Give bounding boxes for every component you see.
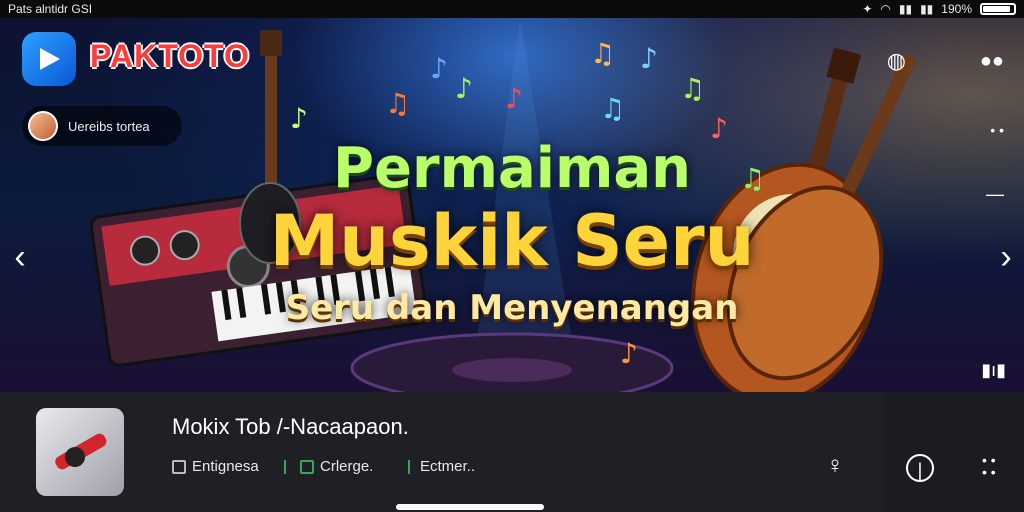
battery-icon [980,3,1016,15]
stats-icon[interactable]: ▮ı▮ [981,360,1006,381]
svg-text:♪: ♪ [620,337,638,370]
app-thumbnail[interactable] [36,408,124,496]
user-name: Uereibs tortea [68,118,150,134]
meta-label: Ectmer.. [420,458,476,475]
hero-banner[interactable]: ♫ ♪ ♪ ♪ ♫ ♫ ♪ ♫ ♪ ♫ ♪ ♪ PAKTOTO Uereibs … [0,18,1024,392]
dots-icon[interactable]: • • [990,122,1004,138]
chevron-right-icon[interactable]: › [992,238,1020,277]
svg-text:♪: ♪ [290,102,308,135]
signal-icon: ▮▮ [920,2,934,16]
headline-main: Muskik Seru [269,200,755,282]
notification-icon: ✦ [862,2,873,16]
headline-title: Permaiman [333,136,691,201]
svg-text:♫: ♫ [680,72,705,105]
svg-text:♪: ♪ [430,52,448,85]
svg-text:♪: ♪ [455,72,473,105]
minus-icon[interactable]: — [986,184,1004,205]
location-icon[interactable]: ♀ [826,452,844,480]
bottom-bar: Mokix Tob /-Nacaapaon. Entignesa Crlerge… [0,392,1024,512]
category-icon [172,459,186,474]
divider [408,460,410,474]
svg-text:♫: ♫ [385,87,410,120]
tag-icon [300,459,314,474]
chevron-left-icon[interactable]: ‹ [6,238,34,277]
app-logo[interactable] [22,32,76,86]
status-icons: ✦ ◠ ▮▮ ▮▮ 190% [862,2,1016,16]
power-icon[interactable]: | [906,454,934,482]
status-left-text: Pats alntidr GSI [8,2,93,16]
signal-icon: ▮▮ [898,2,913,16]
meta-label: Entignesa [192,458,259,475]
meta-label: Crlerge. [320,458,374,475]
grid-icon[interactable]: • • • • [982,453,996,479]
brand-name: PAKTOTO [90,38,250,74]
divider [284,460,286,474]
svg-text:♪: ♪ [505,82,523,115]
app-icon [55,433,107,470]
meta-item[interactable]: Entignesa [172,458,259,475]
meta-item[interactable]: Crlerge. [300,458,373,475]
headline-subtitle: Seru dan Menyenangan [285,288,739,328]
status-bar: Pats alntidr GSI ✦ ◠ ▮▮ ▮▮ 190% [0,0,1024,18]
play-icon [40,48,60,70]
meta-item[interactable]: Ectmer.. [420,458,475,475]
app-card[interactable]: Mokix Tob /-Nacaapaon. Entignesa Crlerge… [0,392,884,512]
app-title: Mokix Tob /-Nacaapaon. [172,414,409,439]
svg-text:♫: ♫ [600,92,625,125]
svg-text:♪: ♪ [640,42,658,75]
wifi-icon: ◠ [880,2,891,16]
battery-percent: 190% [941,2,972,16]
svg-text:♫: ♫ [590,37,615,70]
settings-icon[interactable]: ◍ [887,48,906,74]
more-options-icon[interactable]: ●● [980,50,1004,73]
home-indicator[interactable] [396,504,544,510]
